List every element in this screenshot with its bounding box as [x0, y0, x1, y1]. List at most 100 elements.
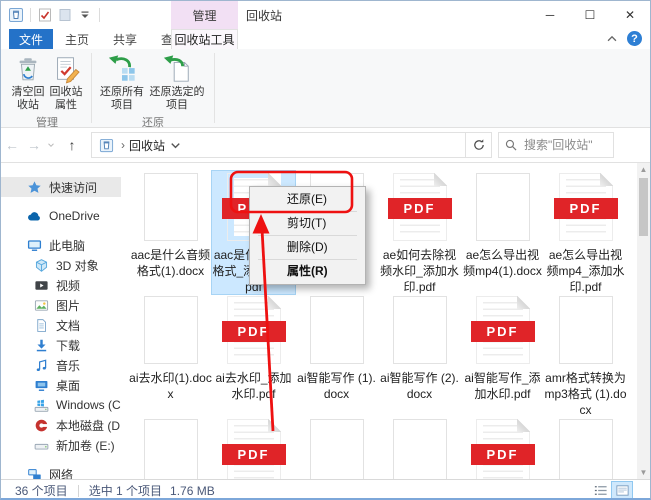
file-name: ai智能写作 (1).docx — [295, 370, 378, 402]
thumbnail-view-button[interactable] — [612, 482, 632, 500]
ribbon-group-manage: 清空回收站回收站属性 管理 — [5, 49, 89, 127]
file-item-12[interactable] — [129, 417, 212, 479]
file-item-16[interactable]: PDF — [461, 417, 544, 479]
ribbon-button-label: 还原选定的项目 — [146, 86, 208, 112]
file-name: aac是什么音频格式(1).docx — [129, 247, 212, 279]
file-item-14[interactable] — [295, 417, 378, 479]
close-button[interactable]: ✕ — [610, 1, 650, 29]
menu-item-0[interactable]: 还原(E) — [250, 189, 365, 210]
up-icon[interactable]: ↑ — [57, 137, 87, 153]
file-item-7[interactable]: PDFai去水印_添加水印.pdf — [212, 294, 295, 417]
forward-icon[interactable]: → — [23, 137, 45, 153]
scroll-up-icon[interactable]: ▲ — [637, 163, 650, 176]
status-divider — [78, 485, 79, 497]
sidebar-item-11[interactable]: 本地磁盘 (D:) — [1, 415, 121, 435]
file-item-3[interactable]: PDFae如何去除视频水印_添加水印.pdf — [378, 171, 461, 294]
thumbnail-view-icon — [615, 483, 630, 498]
sidebar-item-12[interactable]: 新加卷 (E:) — [1, 435, 121, 455]
collapse-ribbon-icon[interactable] — [605, 32, 619, 46]
sidebar-item-8[interactable]: 音乐 — [1, 355, 121, 375]
file-gray-icon[interactable] — [57, 7, 73, 23]
maximize-button[interactable]: ☐ — [570, 1, 610, 29]
sidebar-item-6[interactable]: 文档 — [1, 315, 121, 335]
sidebar-item-7[interactable]: 下载 — [1, 335, 121, 355]
file-item-0[interactable]: aac是什么音频格式(1).docx — [129, 171, 212, 294]
pdf-file-icon: PDF — [393, 173, 447, 241]
scroll-down-icon[interactable]: ▼ — [637, 466, 650, 479]
ribbon-button-3[interactable]: 还原选定的项目 — [146, 51, 208, 112]
file-item-13[interactable]: PDF — [212, 417, 295, 479]
page-fold — [517, 296, 530, 309]
docx-file-icon — [144, 296, 198, 364]
tab-recycle-bin-tools[interactable]: 回收站工具 — [171, 29, 238, 49]
sidebar-item-label: 3D 对象 — [56, 257, 99, 274]
minimize-button[interactable]: ─ — [530, 1, 570, 29]
sidebar-item-4[interactable]: 视频 — [1, 275, 121, 295]
back-icon[interactable]: ← — [1, 137, 23, 153]
sidebar-item-5[interactable]: 图片 — [1, 295, 121, 315]
page-fold — [268, 419, 281, 432]
help-icon[interactable]: ? — [627, 31, 642, 46]
tab-file[interactable]: 文件 — [9, 29, 53, 49]
sidebar-item-3[interactable]: 3D 对象 — [1, 255, 121, 275]
navigation-pane: 快速访问 OneDrive 此电脑 3D 对象视频图片文档下载音乐桌面 Windows … — [1, 163, 121, 479]
menu-item-2[interactable]: 删除(D) — [250, 237, 365, 258]
search-input[interactable] — [522, 137, 608, 153]
file-item-4[interactable]: ae怎么导出视频mp4(1).docx — [461, 171, 544, 294]
breadcrumb-separator: › — [121, 138, 125, 152]
refresh-icon — [472, 138, 486, 152]
scrollbar-thumb[interactable] — [639, 178, 648, 236]
docx-file-icon — [310, 419, 364, 479]
file-item-10[interactable]: PDFai智能写作_添加水印.pdf — [461, 294, 544, 417]
title-bar: 管理 回收站 ─ ☐ ✕ — [1, 1, 650, 29]
sidebar-item-0[interactable]: 快速访问 — [1, 177, 121, 197]
tab-1[interactable]: 共享 — [101, 29, 149, 49]
qat-dropdown-icon[interactable] — [77, 7, 93, 23]
menu-separator — [258, 211, 357, 212]
menu-item-3[interactable]: 属性(R) — [250, 261, 365, 282]
ribbon-button-label: 清空回收站 — [9, 86, 47, 112]
ribbon-button-1[interactable]: 回收站属性 — [47, 51, 85, 112]
menu-item-1[interactable]: 剪切(T) — [250, 213, 365, 234]
ribbon-group-separator — [91, 53, 92, 123]
address-input[interactable]: › 回收站 — [91, 132, 466, 158]
file-name: amr格式转换为mp3格式 (1).docx — [544, 370, 627, 418]
empty-bin-icon — [13, 54, 43, 84]
file-name: ae怎么导出视频mp4(1).docx — [461, 247, 544, 279]
file-item-8[interactable]: ai智能写作 (1).docx — [295, 294, 378, 417]
sidebar-item-label: 网络 — [49, 466, 73, 480]
ribbon-button-0[interactable]: 清空回收站 — [9, 51, 47, 112]
sidebar-item-10[interactable]: Windows (C:) — [1, 395, 121, 415]
ribbon-group-separator — [214, 53, 215, 123]
file-item-17[interactable] — [544, 417, 627, 479]
file-item-15[interactable] — [378, 417, 461, 479]
history-chevron-icon[interactable] — [45, 140, 57, 150]
docx-file-icon — [310, 296, 364, 364]
vertical-scrollbar[interactable]: ▲ ▼ — [637, 163, 650, 479]
sidebar-item-2[interactable]: 此电脑 — [1, 235, 121, 255]
file-item-9[interactable]: ai智能写作 (2).docx — [378, 294, 461, 417]
checklist-icon[interactable] — [37, 7, 53, 23]
sidebar-item-9[interactable]: 桌面 — [1, 375, 121, 395]
contextual-tab-manage[interactable]: 管理 — [171, 1, 238, 29]
tab-0[interactable]: 主页 — [53, 29, 101, 49]
sidebar-item-label: 文档 — [56, 317, 80, 334]
search-icon — [504, 138, 518, 152]
sidebar-item-label: Windows (C:) — [56, 398, 121, 412]
ribbon-button-label: 还原所有项目 — [98, 86, 146, 112]
sidebar-item-13[interactable]: 网络 — [1, 464, 121, 479]
page-fold — [268, 173, 281, 186]
ribbon-group-restore: 还原所有项目还原选定的项目 还原 — [94, 49, 212, 127]
file-item-6[interactable]: ai去水印(1).docx — [129, 294, 212, 417]
details-view-button[interactable] — [590, 482, 610, 500]
refresh-button[interactable] — [466, 132, 492, 158]
pdf-badge: PDF — [222, 444, 286, 465]
sidebar-item-1[interactable]: OneDrive — [1, 206, 121, 226]
ribbon-button-2[interactable]: 还原所有项目 — [98, 51, 146, 112]
chevron-down-icon[interactable] — [168, 138, 183, 153]
file-item-11[interactable]: amr格式转换为mp3格式 (1).docx — [544, 294, 627, 417]
breadcrumb[interactable]: 回收站 — [129, 137, 165, 154]
search-box[interactable] — [498, 132, 614, 158]
file-item-5[interactable]: PDFae怎么导出视频mp4_添加水印.pdf — [544, 171, 627, 294]
app-recycle-icon[interactable] — [8, 7, 24, 23]
